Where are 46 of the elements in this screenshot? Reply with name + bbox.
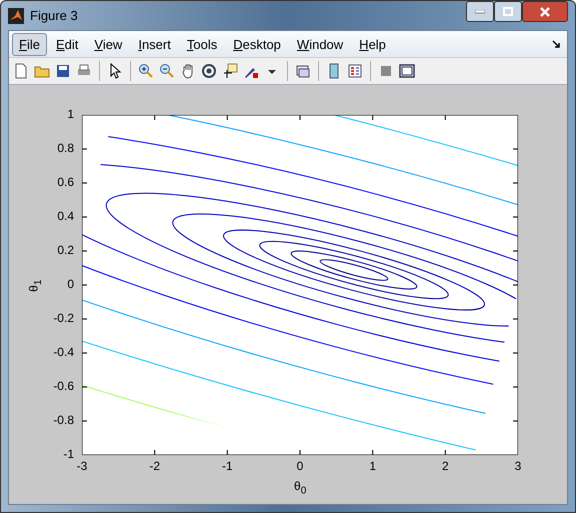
y-tick-label: 0.2 bbox=[57, 243, 74, 257]
menu-item[interactable]: View bbox=[87, 32, 130, 56]
dock-arrow-icon[interactable] bbox=[552, 40, 561, 49]
menu-item[interactable]: Desktop bbox=[226, 32, 288, 56]
zoom-out-icon[interactable] bbox=[159, 63, 175, 79]
y-tick-label: 0 bbox=[67, 277, 74, 291]
x-tick-label: 2 bbox=[442, 459, 449, 473]
minimize-button[interactable] bbox=[466, 1, 494, 22]
plot-tools-icon[interactable] bbox=[399, 63, 415, 79]
menu-item[interactable]: File bbox=[12, 32, 47, 56]
save-icon[interactable] bbox=[55, 63, 71, 79]
menu-item[interactable]: Help bbox=[352, 32, 393, 56]
x-tick-label: 1 bbox=[369, 459, 376, 473]
y-tick-label: 0.6 bbox=[57, 175, 74, 189]
y-tick-label: -1 bbox=[63, 447, 74, 461]
new-file-icon[interactable] bbox=[13, 63, 29, 79]
y-tick-label: 0.8 bbox=[57, 141, 74, 155]
y-tick-label: -0.6 bbox=[53, 379, 74, 393]
menu-item[interactable]: Edit bbox=[48, 32, 86, 56]
x-axis-label: θ$_{0}$ bbox=[294, 479, 306, 496]
maximize-button[interactable] bbox=[494, 1, 522, 22]
close-icon bbox=[540, 6, 550, 16]
x-tick-label: -3 bbox=[76, 459, 88, 473]
app-logo-icon bbox=[8, 8, 24, 24]
x-tick-label: 3 bbox=[514, 459, 522, 473]
menu-item[interactable]: Tools bbox=[180, 32, 224, 56]
y-tick-label: 1 bbox=[67, 107, 74, 121]
legend-icon[interactable] bbox=[347, 63, 363, 79]
close-button[interactable] bbox=[522, 1, 568, 22]
x-tick-label: 0 bbox=[296, 459, 304, 473]
menu-item[interactable]: Insert bbox=[131, 32, 178, 56]
x-tick-label: -2 bbox=[149, 459, 160, 473]
link-plot-icon[interactable] bbox=[295, 63, 311, 79]
y-tick-label: -0.2 bbox=[53, 311, 74, 325]
window-title: Figure 3 bbox=[30, 8, 79, 23]
menu-item[interactable]: Window bbox=[290, 32, 350, 56]
rotate-icon[interactable] bbox=[201, 63, 217, 79]
y-tick-label: -0.4 bbox=[53, 345, 74, 359]
minimize-icon bbox=[475, 10, 485, 14]
data-cursor-icon[interactable] bbox=[222, 63, 238, 79]
x-tick-label: -1 bbox=[222, 459, 233, 473]
y-tick-label: 0.4 bbox=[57, 209, 74, 223]
maximize-icon bbox=[503, 7, 513, 16]
zoom-in-icon[interactable] bbox=[138, 63, 154, 79]
stop-square-icon[interactable] bbox=[378, 63, 394, 79]
y-tick-label: -0.8 bbox=[53, 413, 74, 427]
